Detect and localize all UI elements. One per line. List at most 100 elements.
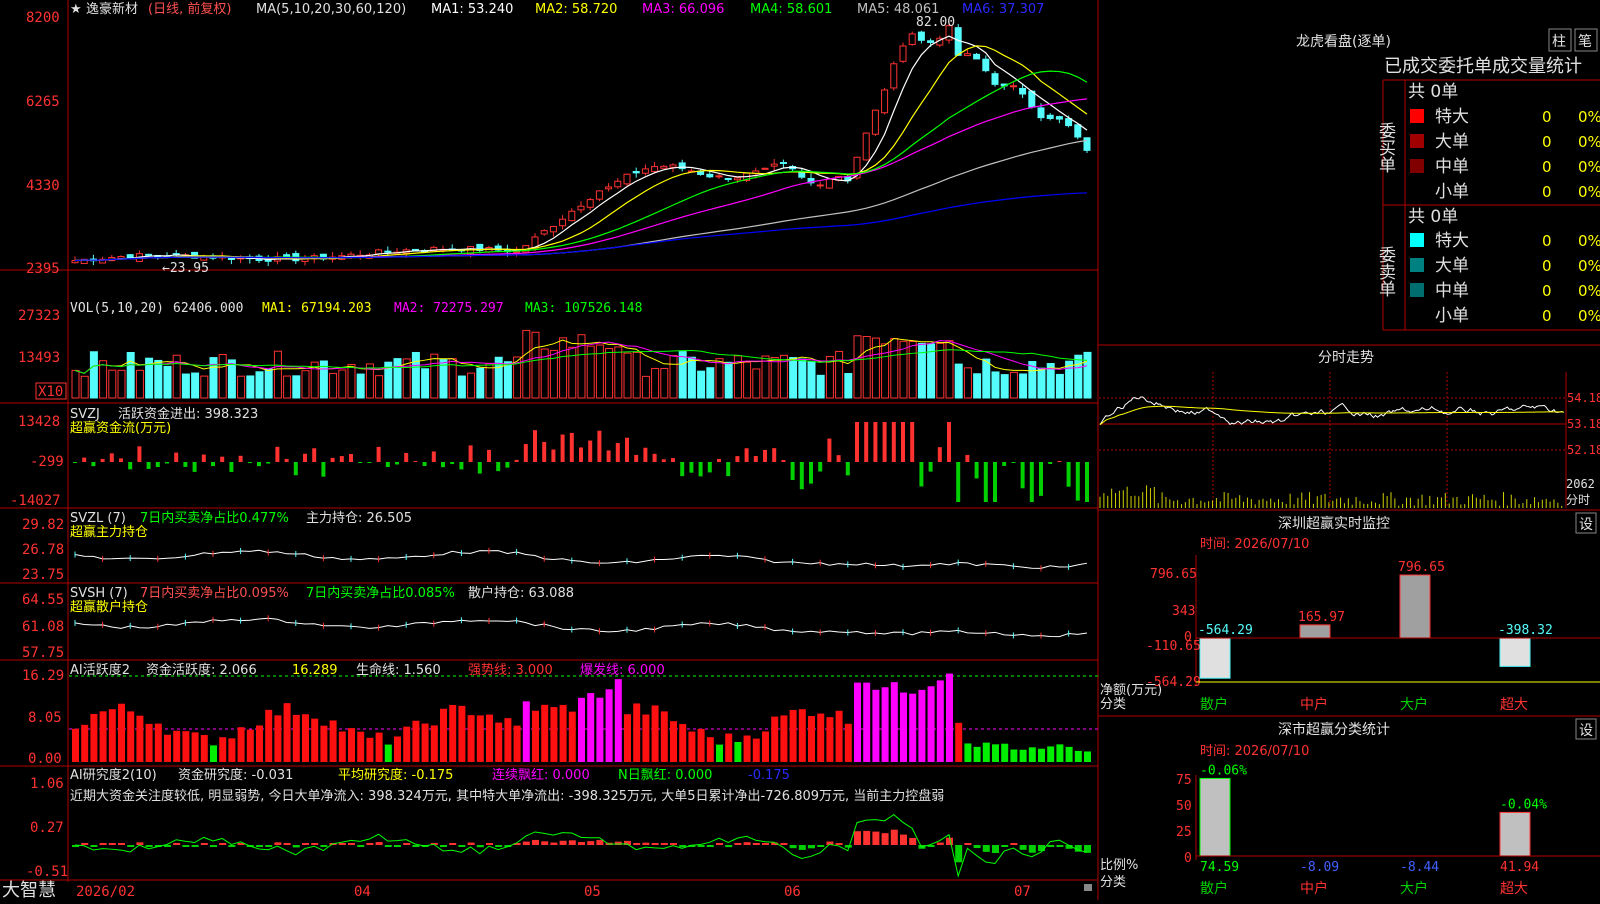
price-tick: 8200 [26, 10, 60, 26]
fund-flow-bar [956, 462, 961, 502]
buy-row-pct: 0% [1578, 183, 1600, 201]
research-bar [1028, 845, 1036, 853]
research-bar [1047, 845, 1055, 847]
volume-bar [963, 367, 972, 399]
research-bar [955, 845, 963, 863]
research-tick: 0.27 [30, 820, 64, 836]
svzl-tick: 23.75 [22, 567, 64, 583]
candle-body [761, 167, 769, 170]
research-value: 资金研究度: -0.031 [178, 767, 293, 783]
ma4-value: MA4: 58.601 [750, 2, 832, 17]
sell-row-name: 大单 [1435, 256, 1469, 276]
volume-bar [531, 331, 540, 399]
activity-bar [191, 732, 199, 762]
research-bar [99, 843, 107, 845]
date-label: 07 [1014, 884, 1031, 900]
monitor-panel: 深圳超赢实时监控 设 时间: 2026/07/10 796.65 343 0 -… [1100, 512, 1600, 713]
fund-flow-bar [588, 440, 593, 462]
monitor-value-label: -398.32 [1498, 623, 1553, 638]
ma-line [74, 35, 1088, 262]
class-tick: 0 [1184, 851, 1192, 866]
research-bar [256, 845, 263, 847]
fund-flow-bar [901, 422, 905, 462]
research-bar [495, 845, 503, 847]
volume-bar [375, 375, 384, 399]
candle-body [991, 73, 999, 85]
vol-value: 62406.000 [173, 301, 243, 316]
ma-line [74, 139, 1088, 262]
candle-body [1009, 85, 1017, 88]
monitor-tick: 343 [1172, 604, 1195, 619]
price-y-axis: 8200 6265 4330 2395 [26, 10, 60, 277]
activity-bar [559, 704, 567, 762]
activity-bar [292, 714, 300, 762]
research-bar [835, 843, 843, 845]
intraday-tick: 54.18 [1567, 391, 1600, 405]
svsh-header: SVSH (7) 7日内买卖净占比0.095% 7日内买卖净占比0.085% 散… [70, 585, 574, 615]
volume-bar [853, 335, 862, 399]
fund-flow-bar [477, 462, 482, 474]
fund-flow-bar [1085, 462, 1089, 502]
fund-flow-bar [1066, 462, 1071, 487]
activity-bar [992, 744, 999, 762]
sell-swatch [1410, 283, 1424, 297]
monitor-xlabel: 分类 [1100, 697, 1126, 712]
fund-flow-bar [818, 462, 823, 472]
candle-body [577, 205, 585, 211]
class-date: 时间: 2026/07/10 [1200, 744, 1309, 759]
research-bar [964, 843, 972, 845]
fund-flow-bar [689, 462, 694, 473]
lock-icon[interactable] [1084, 884, 1092, 891]
activity-bar [256, 725, 263, 762]
sell-row-name: 特大 [1435, 231, 1469, 251]
activity-bar [752, 738, 760, 762]
activity-bar [624, 714, 631, 762]
research-bar [458, 845, 466, 847]
fund-flow-bar [183, 462, 188, 467]
volume-bar [485, 363, 494, 399]
fund-flow-bar [321, 462, 326, 477]
fund-flow-bar [441, 462, 445, 468]
activity-bar [302, 714, 309, 762]
fund-flow-bar [809, 462, 813, 484]
volume-bar [982, 358, 991, 399]
research-bar [403, 843, 411, 845]
svsh-holding: 散户持仓: 63.088 [468, 585, 574, 601]
research-bar [936, 842, 944, 845]
ai-y-axis: 16.29 8.05 0.00 [22, 668, 64, 767]
activity-bar [982, 742, 990, 762]
monitor-title: 深圳超赢实时监控 [1278, 515, 1390, 532]
volume-bar [218, 354, 227, 399]
bar-mode-label: 柱 [1552, 34, 1566, 50]
ma6-value: MA6: 37.307 [962, 2, 1044, 17]
fund-flow-bar [1057, 461, 1062, 462]
research-bar [522, 841, 530, 845]
fund-flow-bar [109, 453, 114, 462]
date-label: 04 [354, 884, 371, 900]
volume-bar [669, 355, 678, 399]
research-bar [357, 845, 365, 847]
research-bar [596, 839, 604, 845]
activity-bar [200, 734, 208, 762]
activity-bar [532, 710, 539, 762]
buy-swatch [1410, 184, 1424, 198]
class-bottom-label: 74.59 [1200, 860, 1239, 875]
fund-flow-bar [376, 446, 381, 462]
volume-bar [559, 337, 568, 399]
fund-flow-bar [349, 453, 353, 462]
research-bar [274, 842, 282, 845]
candle-body [816, 184, 824, 187]
favorite-star-icon[interactable]: ★ [70, 2, 82, 17]
volume-bar [264, 368, 273, 399]
research-bar [1010, 843, 1018, 845]
buy-row-count: 0 [1542, 158, 1552, 176]
fund-flow-bar [312, 448, 317, 462]
research-avg: 平均研究度: -0.175 [338, 767, 453, 783]
class-bottom-label: -8.09 [1300, 860, 1339, 875]
fund-flow-bar [238, 455, 243, 462]
period-mode[interactable]: (日线, 前复权) [148, 1, 231, 17]
activity-bar [679, 724, 687, 762]
research-bar [292, 845, 300, 848]
candle-body [605, 186, 613, 190]
fund-flow-bar [293, 462, 298, 476]
